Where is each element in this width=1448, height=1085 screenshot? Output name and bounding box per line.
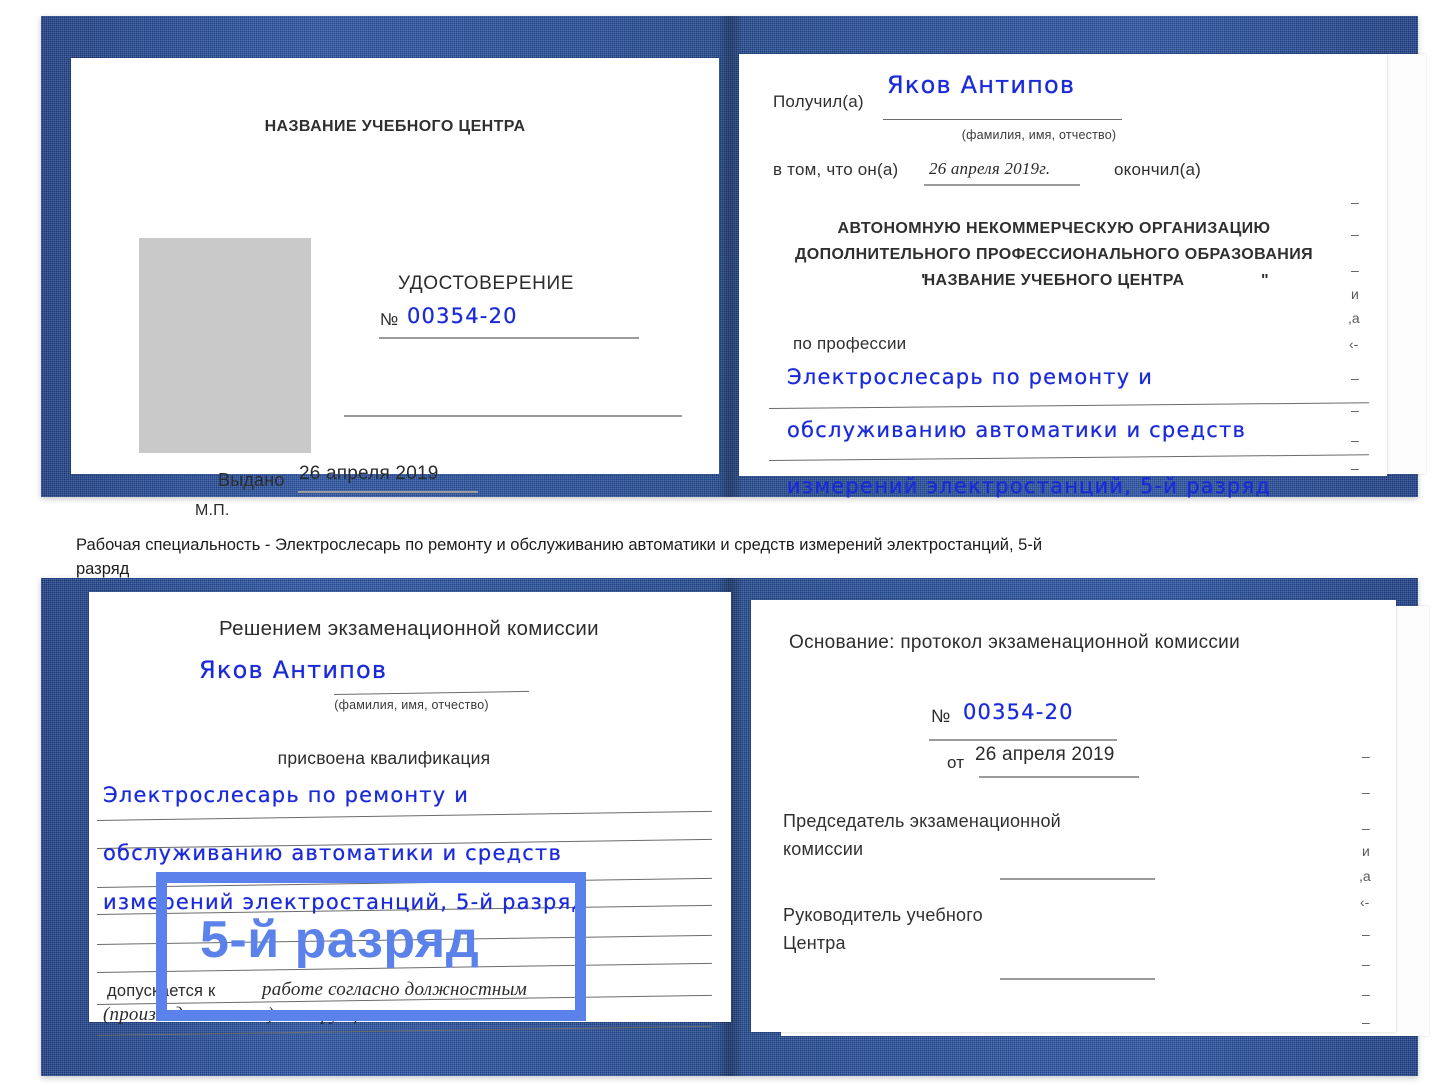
top-right-org-line3: НАЗВАНИЕ УЧЕБНОГО ЦЕНТРА — [923, 272, 1185, 289]
specialty-caption: Рабочая специальность - Электрослесарь п… — [76, 536, 1043, 578]
bottom-left-qualification-line1: Электрослесарь по ремонту и — [103, 783, 470, 807]
bottom-right-number-rule — [929, 739, 1117, 741]
bottom-right-from-value: 26 апреля 2019 — [975, 744, 1115, 765]
top-right-margin-glyph-0: – — [1351, 194, 1359, 210]
top-right-margin-glyph-7: – — [1351, 402, 1359, 418]
bottom-right-margin-glyph-4: ,а — [1359, 868, 1371, 884]
bottom-right-number-value: 00354-20 — [963, 700, 1074, 724]
top-left-number-rule — [379, 337, 639, 339]
top-right-fio-hint: (фамилия, имя, отчество) — [961, 128, 1117, 142]
bottom-right-head-sign-rule — [1000, 978, 1155, 980]
bottom-right-margin-glyph-2: – — [1362, 820, 1370, 836]
bottom-left-qualification-label: присвоена квалификация — [277, 748, 491, 768]
bottom-right-page: Основание: протокол экзаменационной коми… — [751, 600, 1396, 1032]
top-right-page: Получил(а) Яков Антипов (фамилия, имя, о… — [739, 54, 1387, 498]
top-right-received-label: Получил(а) — [773, 92, 864, 111]
top-right-org-quote-close: " — [1261, 272, 1269, 289]
bottom-right-margin-glyph-8: – — [1362, 986, 1370, 1002]
bottom-right-margin-glyph-5: ‹- — [1360, 894, 1370, 910]
top-right-margin-glyph-2: – — [1351, 262, 1359, 278]
bottom-right-chairman-sign-rule — [1000, 878, 1155, 880]
bottom-right-chairman-line2: комиссии — [783, 839, 864, 859]
top-left-center-name: НАЗВАНИЕ УЧЕБНОГО ЦЕНТРА — [264, 118, 526, 135]
bottom-right-from-label: от — [947, 753, 965, 772]
top-right-profession-label: по профессии — [793, 334, 907, 353]
bottom-right-head-line2: Центра — [783, 933, 846, 953]
bottom-right-chairman-line1: Председатель экзаменационной — [783, 811, 1061, 831]
top-right-completion-rule — [924, 184, 1080, 186]
top-left-page: НАЗВАНИЕ УЧЕБНОГО ЦЕНТРА УДОСТОВЕРЕНИЕ №… — [71, 58, 719, 519]
bottom-right-basis-label: Основание: протокол экзаменационной коми… — [789, 632, 1241, 653]
bottom-book-fold — [741, 604, 742, 1032]
top-left-number-label: № — [380, 310, 399, 329]
top-right-received-value: Яков Антипов — [887, 71, 1076, 99]
bottom-left-name-rule — [333, 690, 529, 696]
top-right-margin-glyph-5: ‹- — [1349, 336, 1359, 352]
top-left-number-value: 00354-20 — [407, 304, 518, 328]
bottom-left-fio-hint: (фамилия, имя, отчество) — [334, 698, 489, 712]
top-right-profession-rule2 — [768, 454, 1369, 462]
top-left-issued-rule — [298, 491, 478, 493]
bottom-left-rule-1 — [96, 810, 712, 822]
top-right-org-line1: АВТОНОМНУЮ НЕКОММЕРЧЕСКУЮ ОРГАНИЗАЦИЮ — [837, 220, 1271, 237]
bottom-left-heading: Решением экзаменационной комиссии — [219, 617, 599, 640]
top-left-blank-rule — [344, 415, 682, 417]
top-right-margin-glyph-9: – — [1351, 460, 1359, 476]
top-left-issued-label: Выдано — [218, 470, 285, 490]
top-right-org-line2: ДОПОЛНИТЕЛЬНОГО ПРОФЕССИОНАЛЬНОГО ОБРАЗО… — [794, 246, 1314, 263]
bottom-right-margin-glyph-7: – — [1362, 956, 1370, 972]
bottom-left-rule-8 — [96, 1025, 712, 1037]
top-right-completion-date: 26 апреля 2019г. — [929, 159, 1051, 178]
top-right-margin-glyph-1: – — [1351, 226, 1359, 242]
bottom-right-margin-glyph-3: и — [1362, 843, 1370, 859]
top-right-profession-line2: обслуживанию автоматики и средств — [787, 418, 1247, 442]
top-left-doc-title: УДОСТОВЕРЕНИЕ — [397, 273, 575, 294]
top-right-margin-glyph-8: – — [1351, 432, 1359, 448]
top-left-stamp-label: М.П. — [195, 502, 230, 519]
bottom-right-number-label: № — [931, 706, 951, 726]
top-certificate-book: НАЗВАНИЕ УЧЕБНОГО ЦЕНТРА УДОСТОВЕРЕНИЕ №… — [41, 16, 1426, 519]
bottom-right-margin-glyph-6: – — [1362, 926, 1370, 942]
top-right-profession-rule1 — [768, 402, 1369, 410]
rank-highlight-label: 5-й разряд — [200, 911, 480, 969]
bottom-right-margin-glyph-0: – — [1362, 748, 1370, 764]
top-right-finished-label: окончил(а) — [1114, 160, 1201, 179]
top-right-margin-glyph-6: – — [1351, 370, 1359, 386]
bottom-left-qualification-line2: обслуживанию автоматики и средств — [103, 841, 563, 865]
photo-placeholder — [139, 238, 311, 453]
bottom-right-margin-glyph-1: – — [1362, 784, 1370, 800]
top-left-issued-value: 26 апреля 2019 — [299, 463, 439, 484]
bottom-right-from-rule — [979, 776, 1139, 778]
bottom-right-margin-glyph-9: – — [1362, 1014, 1370, 1030]
top-right-received-rule — [883, 119, 1122, 121]
bottom-left-name-value: Яков Антипов — [199, 656, 388, 684]
top-book-fold — [729, 58, 730, 476]
top-right-margin-glyph-3: и — [1351, 286, 1359, 302]
top-right-margin-glyph-4: ,а — [1348, 310, 1360, 326]
bottom-right-head-line1: Руководитель учебного — [783, 905, 983, 925]
top-right-in-that-label: в том, что он(а) — [773, 160, 899, 179]
top-right-profession-line1: Электрослесарь по ремонту и — [787, 365, 1154, 389]
top-right-profession-line3: измерений электростанций, 5-й разряд — [787, 474, 1272, 498]
